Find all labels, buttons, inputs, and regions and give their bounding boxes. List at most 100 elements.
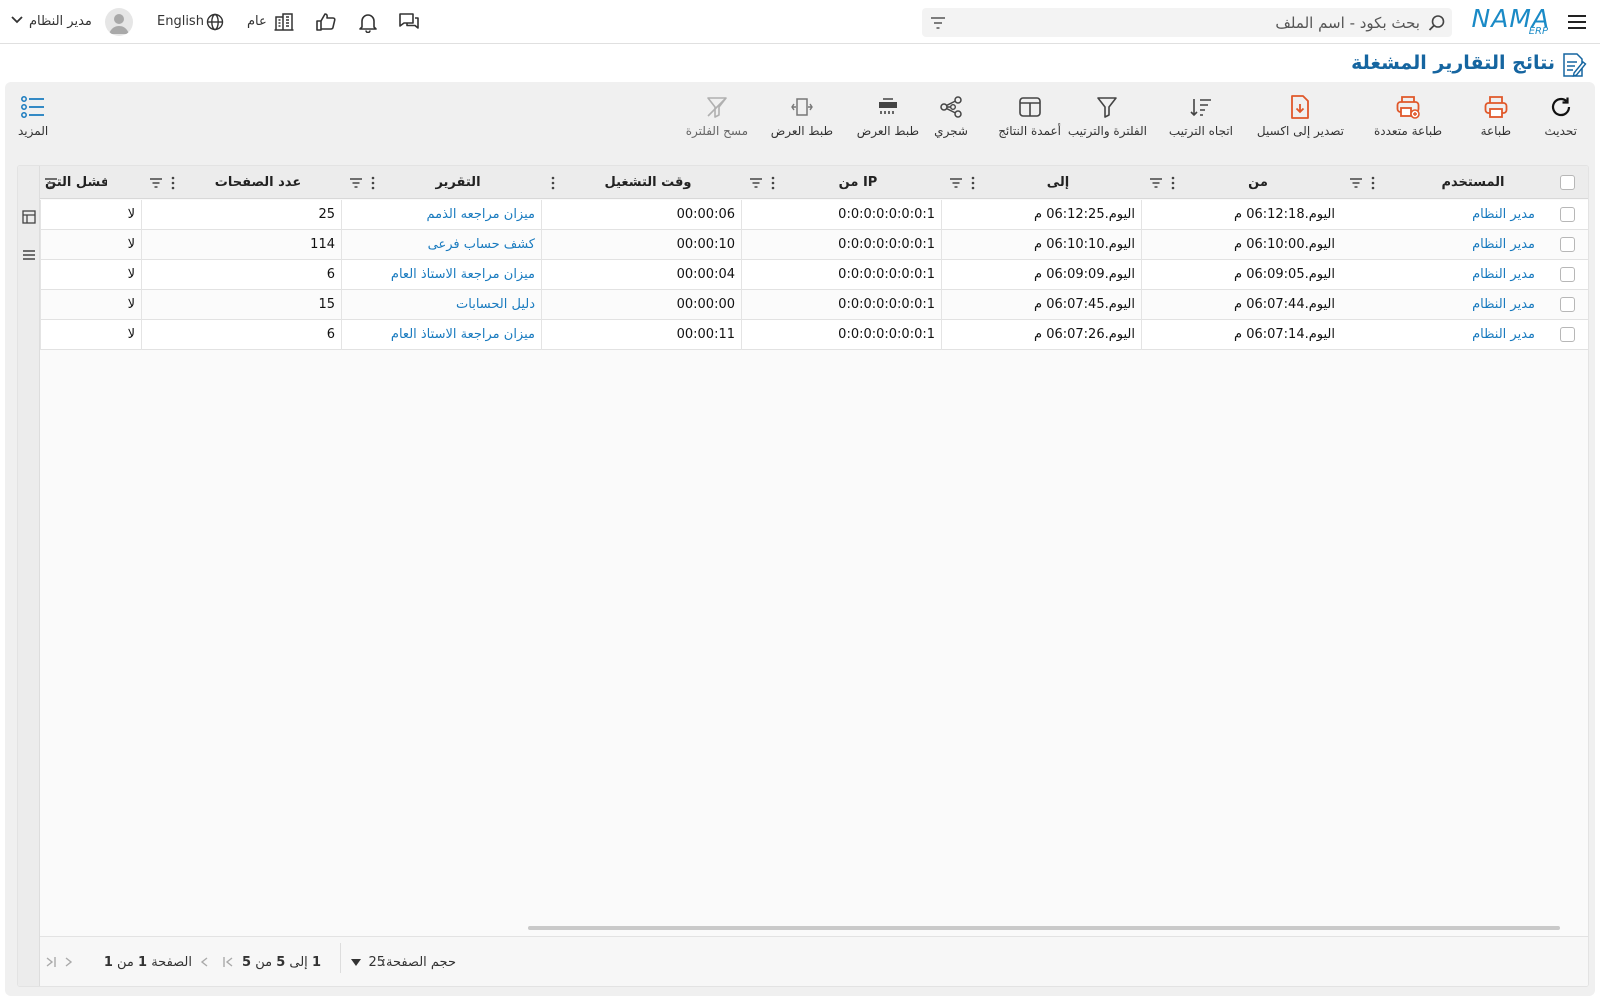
range-from: 1 xyxy=(311,955,321,970)
cell-report[interactable]: دليل الحسابات xyxy=(341,290,541,320)
page-of-label: من xyxy=(117,955,134,970)
filter-icon[interactable] xyxy=(1349,177,1363,189)
row-checkbox[interactable] xyxy=(1560,327,1575,342)
cell-report[interactable]: كشف حساب فرعى xyxy=(341,230,541,260)
cell-from: اليوم.06:07:44 م xyxy=(1141,290,1341,320)
rows-icon[interactable] xyxy=(22,249,36,261)
prev-page-icon[interactable] xyxy=(199,956,209,968)
language-switch[interactable]: English xyxy=(157,14,204,29)
filter-icon[interactable] xyxy=(749,177,763,189)
table-row[interactable]: مدير النظام اليوم.06:07:14 م اليوم.06:07… xyxy=(40,320,1588,350)
range-to: 5 xyxy=(276,955,286,970)
next-page-icon[interactable] xyxy=(64,956,74,968)
filter-sort-label: الفلترة والترتيب xyxy=(1067,124,1147,138)
thumbs-up-icon[interactable] xyxy=(315,11,337,33)
cell-report[interactable]: ميزان مراجعة الاستاذ العام xyxy=(341,320,541,350)
kebab-menu-icon[interactable] xyxy=(1371,176,1375,190)
row-checkbox[interactable] xyxy=(1560,207,1575,222)
refresh-button[interactable]: تحديث xyxy=(1544,94,1577,138)
fit-width-icon xyxy=(857,94,919,120)
table-row[interactable]: مدير النظام اليوم.06:09:05 م اليوم.06:09… xyxy=(40,260,1588,290)
print-button[interactable]: طباعة xyxy=(1481,94,1511,138)
multi-print-button[interactable]: طباعة متعددة xyxy=(1374,94,1442,138)
export-file-icon xyxy=(1257,94,1344,120)
column-header-from[interactable]: من xyxy=(1183,166,1333,199)
cell-to: اليوم.06:07:45 م xyxy=(941,290,1141,320)
table-row[interactable]: مدير النظام اليوم.06:10:00 م اليوم.06:10… xyxy=(40,230,1588,260)
cell-failed: لا xyxy=(40,200,141,230)
dropdown-arrow-icon[interactable] xyxy=(351,959,361,966)
select-all-checkbox[interactable] xyxy=(1560,175,1575,190)
funnel-icon xyxy=(1068,94,1147,120)
last-page-icon[interactable] xyxy=(45,956,57,968)
tree-view-button[interactable]: شجري xyxy=(934,94,968,138)
kebab-menu-icon[interactable] xyxy=(971,176,975,190)
filter-icon[interactable] xyxy=(149,177,163,189)
fit-view-button-1[interactable]: طبط العرض xyxy=(857,94,919,138)
logo[interactable]: NAMA ERP xyxy=(1466,4,1550,40)
cell-report[interactable]: ميزان مراجعة الاستاذ العام xyxy=(341,260,541,290)
user-name[interactable]: مدير النظام xyxy=(29,14,92,29)
menu-icon[interactable] xyxy=(1566,11,1588,33)
cell-from: اليوم.06:09:05 م xyxy=(1141,260,1341,290)
avatar[interactable] xyxy=(105,8,133,36)
column-header-to[interactable]: إلى xyxy=(983,166,1133,199)
filter-icon[interactable] xyxy=(349,177,363,189)
column-header-pages[interactable]: عدد الصفحات xyxy=(183,166,333,199)
list-icon xyxy=(18,94,48,120)
globe-icon[interactable] xyxy=(206,13,224,31)
search-icon[interactable] xyxy=(1428,14,1446,32)
filter-sort-button[interactable]: الفلترة والترتيب xyxy=(1068,94,1147,138)
cell-user[interactable]: مدير النظام xyxy=(1341,230,1541,260)
kebab-menu-icon[interactable] xyxy=(371,176,375,190)
search-input[interactable] xyxy=(960,8,1420,37)
fit-view-button-2[interactable]: طبط العرض xyxy=(771,94,833,138)
filter-icon[interactable] xyxy=(1149,177,1163,189)
cell-pages: 6 xyxy=(141,260,341,290)
cell-user[interactable]: مدير النظام xyxy=(1341,320,1541,350)
cell-user[interactable]: مدير النظام xyxy=(1341,260,1541,290)
sort-direction-button[interactable]: اتجاه الترتيب xyxy=(1169,94,1233,138)
table-icon[interactable] xyxy=(22,210,36,224)
cell-user[interactable]: مدير النظام xyxy=(1341,200,1541,230)
page-size-value[interactable]: 25 xyxy=(368,955,385,970)
chevron-down-icon[interactable] xyxy=(10,15,24,25)
column-header-user[interactable]: المستخدم xyxy=(1385,166,1561,199)
column-tools-report xyxy=(349,176,375,190)
cell-pages: 114 xyxy=(141,230,341,260)
kebab-menu-icon[interactable] xyxy=(1171,176,1175,190)
filter-icon[interactable] xyxy=(930,16,946,30)
result-columns-button[interactable]: أعمدة النتائج xyxy=(998,94,1061,138)
messages-icon[interactable] xyxy=(397,11,421,33)
bell-icon[interactable] xyxy=(357,11,379,33)
horizontal-scrollbar[interactable] xyxy=(528,926,1560,930)
clear-filter-button[interactable]: مسح الفلترة xyxy=(686,94,748,138)
export-excel-button[interactable]: تصدير إلى اكسيل xyxy=(1257,94,1344,138)
kebab-menu-icon[interactable] xyxy=(771,176,775,190)
results-grid: المستخدم من إلى من IP وقت التشغيل التقري… xyxy=(17,165,1589,987)
kebab-menu-icon[interactable] xyxy=(171,176,175,190)
building-icon[interactable] xyxy=(273,11,295,33)
filter-icon[interactable] xyxy=(949,177,963,189)
row-checkbox[interactable] xyxy=(1560,267,1575,282)
table-row[interactable]: مدير النظام اليوم.06:12:18 م اليوم.06:12… xyxy=(40,200,1588,230)
first-page-icon[interactable] xyxy=(222,956,234,968)
cell-to: اليوم.06:07:26 م xyxy=(941,320,1141,350)
cell-report[interactable]: ميزان مراجعه الذمم xyxy=(341,200,541,230)
kebab-menu-icon[interactable] xyxy=(551,176,555,190)
more-button[interactable]: المزيد xyxy=(18,94,48,138)
column-header-ip[interactable]: من IP xyxy=(783,166,933,199)
more-label: المزيد xyxy=(18,124,49,138)
range-to-label: إلى xyxy=(289,955,308,970)
multi-print-label: طباعة متعددة xyxy=(1373,124,1442,138)
table-row[interactable]: مدير النظام اليوم.06:07:44 م اليوم.06:07… xyxy=(40,290,1588,320)
cell-run-time: 00:00:11 xyxy=(541,320,741,350)
cell-user[interactable]: مدير النظام xyxy=(1341,290,1541,320)
row-checkbox[interactable] xyxy=(1560,237,1575,252)
row-checkbox[interactable] xyxy=(1560,297,1575,312)
company-label[interactable]: عام xyxy=(247,14,267,29)
filter-icon[interactable] xyxy=(44,177,58,189)
column-header-report[interactable]: التقرير xyxy=(383,166,533,199)
column-tools-run-time xyxy=(551,176,555,190)
column-header-run-time[interactable]: وقت التشغيل xyxy=(563,166,733,199)
